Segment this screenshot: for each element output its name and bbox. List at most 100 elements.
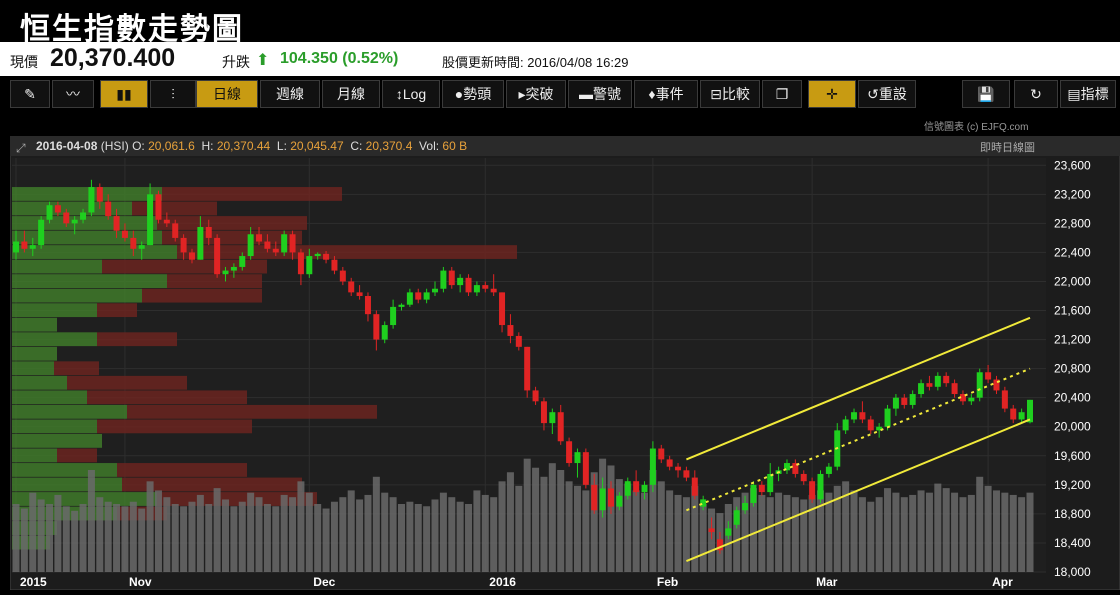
low-value: 20,045.47 [290, 139, 344, 153]
candle-body [423, 292, 430, 300]
copy-button[interactable]: ❐ [762, 80, 802, 108]
volume-bar [280, 494, 288, 572]
redo-button[interactable]: ↻ [1014, 80, 1058, 108]
volume-bar [867, 501, 875, 572]
event-button[interactable]: ♦事件 [634, 80, 698, 108]
volume-bar [213, 488, 221, 572]
volume-profile-bar [12, 390, 87, 405]
volume-bar [29, 492, 37, 572]
x-tick-label: Mar [816, 575, 838, 589]
candle-body [725, 528, 732, 536]
volume-bar [12, 504, 20, 572]
chart-area[interactable]: 23,600 23,200 22,800 22,400 22,000 21,600 21,2… [9, 135, 1120, 591]
close-value: 20,370.4 [365, 139, 413, 153]
volume-bar [171, 504, 179, 572]
candle-body [691, 477, 698, 496]
volume-bar [205, 504, 213, 572]
volume-bar [389, 497, 397, 572]
candle-body [364, 296, 371, 315]
volume-bar [113, 504, 121, 572]
y-tick-label: 20,400 [1054, 391, 1091, 405]
volume-bar [62, 506, 70, 572]
candle-body [951, 383, 958, 395]
candle-body [63, 212, 70, 224]
fullscreen-icon[interactable]: ⤢ [16, 141, 26, 156]
volume-profile-bar [12, 332, 97, 347]
candle-body [230, 266, 237, 271]
volume-profile-bar [157, 216, 307, 230]
alert-button[interactable]: ▬警號 [568, 80, 632, 108]
volume-bar [431, 499, 439, 572]
volume-profile-bar [12, 419, 97, 434]
volume-profile-bar [12, 317, 57, 332]
candle-body [540, 401, 547, 424]
candle-body [499, 292, 506, 326]
volume-bar [791, 497, 799, 572]
volume-bar [146, 481, 154, 572]
candle-body [918, 383, 925, 395]
volume-bar [1009, 494, 1017, 572]
candle-body [482, 285, 489, 289]
candle-body [507, 325, 514, 336]
volume-bar [850, 490, 858, 572]
volume-profile-bar [87, 390, 247, 405]
chart-toolbar: ✎ 〰 ▮▮ ⫶ 日線 週線 月線 ↕Log ●勢頭 ▸突破 ▬警號 ♦事件 ⊟比較 ❐ ✛ ↺重設 💾 ↻ ▤指標 [0, 76, 1120, 112]
chart-mode-label: 即時日線圖 [980, 142, 1035, 154]
candle-body [38, 219, 45, 246]
candle-body [599, 488, 606, 511]
volume-bar [188, 501, 196, 572]
weekly-button[interactable]: 週線 [260, 80, 320, 108]
candle-body [524, 346, 531, 391]
volume-bar [330, 501, 338, 572]
candle-body [29, 245, 36, 249]
breakout-button[interactable]: ▸突破 [506, 80, 566, 108]
volume-profile-bar [97, 419, 252, 434]
candle-body [289, 234, 296, 253]
current-price: 20,370.400 [50, 44, 176, 72]
reset-button[interactable]: ↺重設 [858, 80, 916, 108]
candle-chart-button[interactable]: ▮▮ [100, 80, 148, 108]
trend-button[interactable]: ●勢頭 [442, 80, 504, 108]
compare-button[interactable]: ⊟比較 [700, 80, 760, 108]
volume-bar [506, 472, 514, 572]
candle-body [607, 488, 614, 507]
volume-bar [699, 504, 707, 572]
volume-bar [322, 508, 330, 572]
candle-body [272, 248, 279, 253]
candle-body [515, 335, 522, 347]
volume-bar [523, 458, 531, 572]
line-chart-button[interactable]: 〰 [52, 80, 94, 108]
draw-tool-button[interactable]: ✎ [10, 80, 50, 108]
volume-bar [247, 492, 255, 572]
save-button[interactable]: 💾 [962, 80, 1010, 108]
volume-bar [540, 476, 548, 572]
candle-body [633, 481, 640, 493]
crosshair-button[interactable]: ✛ [808, 80, 856, 108]
volume-bar [339, 497, 347, 572]
candle-body [163, 219, 170, 224]
candle-body [851, 412, 858, 420]
volume-bar [347, 490, 355, 572]
candle-body [21, 241, 28, 249]
info-symbol: (HSI) [100, 139, 129, 153]
volume-bar [314, 504, 322, 572]
volume-profile-bar [12, 201, 132, 216]
candle-body [566, 441, 573, 464]
volume-profile-bar [12, 477, 122, 492]
candle-body [306, 256, 313, 275]
volume-bar [548, 463, 556, 572]
info-date: 2016-04-08 [36, 139, 98, 153]
candle-body [767, 473, 774, 493]
log-button[interactable]: ↕Log [382, 80, 440, 108]
daily-button[interactable]: 日線 [196, 80, 258, 108]
candlestick-chart[interactable]: 23,600 23,200 22,800 22,400 22,000 21,600 21,2… [9, 135, 1120, 591]
monthly-button[interactable]: 月線 [322, 80, 380, 108]
candle-body [859, 412, 866, 420]
candle-body [80, 212, 87, 220]
ohlc-chart-button[interactable]: ⫶ [150, 80, 196, 108]
indicator-button[interactable]: ▤指標 [1060, 80, 1116, 108]
y-tick-label: 18,000 [1054, 565, 1091, 579]
volume-bar [381, 492, 389, 572]
volume-profile-bar [132, 201, 217, 216]
candle-body [147, 194, 154, 246]
